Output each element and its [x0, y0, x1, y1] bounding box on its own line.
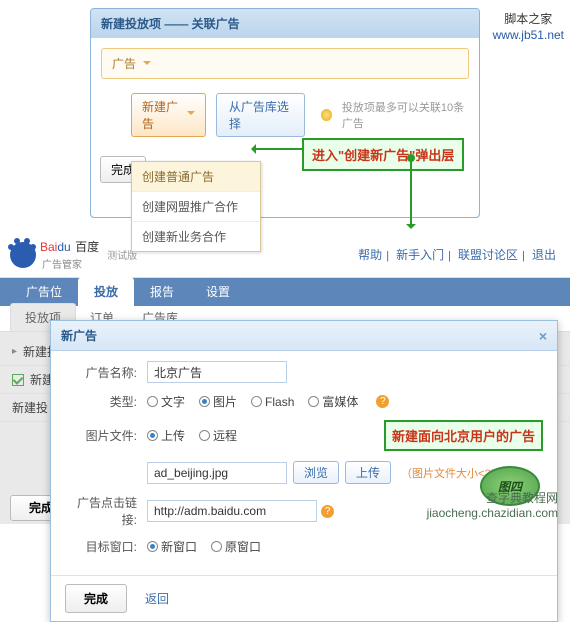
browse-button[interactable]: 浏览: [293, 461, 339, 484]
watermark: 脚本之家 www.jb51.net: [493, 12, 564, 43]
arrow-left-icon: [254, 148, 302, 150]
new-ad-dialog: 新广告 × 广告名称: 类型: 文字 图片 Flash 富媒体 ? 图片文件: …: [50, 320, 558, 622]
radio-text[interactable]: [147, 396, 158, 407]
new-ad-dropdown: 创建普通广告 创建网盟推广合作 创建新业务合作: [131, 161, 261, 252]
paw-icon: [10, 242, 36, 268]
dd-item-biz[interactable]: 创建新业务合作: [132, 222, 260, 251]
arrow-down-icon: [410, 158, 412, 226]
radio-remote[interactable]: [199, 430, 210, 441]
file-label: 图片文件:: [65, 427, 137, 444]
link-logout[interactable]: 退出: [532, 248, 556, 262]
type-label: 类型:: [65, 393, 137, 410]
file-input[interactable]: [147, 462, 287, 484]
nav-delivery[interactable]: 投放: [78, 277, 134, 306]
name-label: 广告名称:: [65, 364, 137, 381]
radio-flash[interactable]: [251, 396, 262, 407]
dialog-done-button[interactable]: 完成: [65, 584, 127, 613]
link-guide[interactable]: 新手入门: [396, 248, 444, 262]
url-input[interactable]: [147, 500, 317, 522]
radio-image[interactable]: [199, 396, 210, 407]
new-ad-label: 新建广告: [142, 98, 183, 132]
new-ad-button[interactable]: 新建广告: [131, 93, 206, 137]
target-label: 目标窗口:: [65, 538, 137, 555]
nav-adslot[interactable]: 广告位: [10, 277, 78, 306]
ad-field-label: 广告: [112, 57, 136, 71]
close-icon[interactable]: ×: [539, 328, 547, 344]
top-panel: 新建投放项 —— 关联广告 广告 新建广告 从广告库选择 投放项最多可以关联10…: [90, 8, 480, 218]
bulb-icon: [321, 109, 332, 121]
radio-newwin[interactable]: [147, 541, 158, 552]
nav-report[interactable]: 报告: [134, 277, 190, 306]
radio-rich[interactable]: [308, 396, 319, 407]
expand-icon: ▸: [12, 346, 17, 357]
chevron-down-icon: [143, 61, 151, 69]
link-help[interactable]: 帮助: [358, 248, 382, 262]
radio-upload[interactable]: [147, 430, 158, 441]
url-label: 广告点击链接:: [65, 494, 137, 528]
dd-item-normal[interactable]: 创建普通广告: [132, 162, 260, 192]
link-forum[interactable]: 联盟讨论区: [458, 248, 518, 262]
callout-2: 新建面向北京用户的广告: [384, 420, 543, 451]
dialog-back-link[interactable]: 返回: [145, 590, 169, 607]
logo-sub: 广告管家: [42, 256, 99, 271]
radio-samewin[interactable]: [211, 541, 222, 552]
ad-name-input[interactable]: [147, 361, 287, 383]
dialog-title: 新广告: [61, 327, 97, 344]
tip-text: 投放项最多可以关联10条广告: [342, 99, 469, 131]
help-icon[interactable]: ?: [376, 395, 389, 408]
navbar: 广告位 投放 报告 设置: [0, 278, 570, 306]
check-icon: [12, 374, 24, 386]
panel-title: 新建投放项 —— 关联广告: [91, 9, 479, 38]
upload-button[interactable]: 上传: [345, 461, 391, 484]
ad-field[interactable]: 广告: [101, 48, 469, 79]
nav-settings[interactable]: 设置: [190, 277, 246, 306]
chevron-down-icon: [187, 111, 195, 119]
callout-1: 进入"创建新广告"弹出层: [302, 138, 464, 171]
from-library-button[interactable]: 从广告库选择: [216, 93, 305, 137]
dd-item-union[interactable]: 创建网盟推广合作: [132, 192, 260, 222]
baidu-logo[interactable]: Baidu 百度 广告管家 测试版: [10, 238, 137, 271]
footer-watermark: 查字典教程网 jiaocheng.chazidian.com: [427, 489, 558, 520]
topbar: Baidu 百度 广告管家 测试版 帮助| 新手入门| 联盟讨论区| 退出: [0, 232, 570, 278]
dialog-header: 新广告 ×: [51, 321, 557, 351]
top-links: 帮助| 新手入门| 联盟讨论区| 退出: [354, 246, 560, 263]
